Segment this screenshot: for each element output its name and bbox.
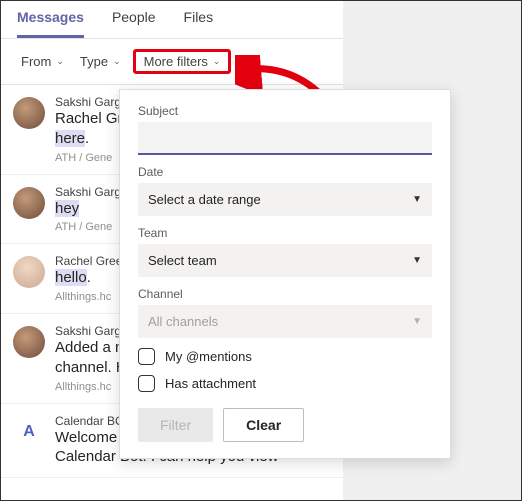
sender-name: Sakshi Garg xyxy=(55,185,121,199)
mentions-row: My @mentions xyxy=(138,348,432,365)
date-label: Date xyxy=(138,165,432,179)
filter-type[interactable]: Type ⌄ xyxy=(76,52,125,71)
date-select[interactable]: Select a date range ▼ xyxy=(138,183,432,216)
attachment-checkbox[interactable] xyxy=(138,375,155,392)
channel-label: Channel xyxy=(138,287,432,301)
message-body: Sakshi Garg hey ATH / Gene xyxy=(55,185,121,234)
filter-more[interactable]: More filters ⌄ xyxy=(133,49,232,74)
date-select-value: Select a date range xyxy=(148,192,261,207)
filter-more-label: More filters xyxy=(144,54,208,69)
avatar xyxy=(13,187,45,219)
filter-type-label: Type xyxy=(80,54,108,69)
mentions-checkbox[interactable] xyxy=(138,348,155,365)
tab-messages[interactable]: Messages xyxy=(17,9,84,38)
message-snippet: hey xyxy=(55,200,121,219)
sender-name: Sakshi Garg xyxy=(55,324,127,338)
popover-buttons: Filter Clear xyxy=(138,408,432,442)
channel-select-value: All channels xyxy=(148,314,218,329)
message-body: Sakshi Garg Added a n channel. H Allthin… xyxy=(55,324,127,393)
message-snippet: hello. xyxy=(55,269,122,288)
tab-files[interactable]: Files xyxy=(184,9,214,38)
mentions-label: My @mentions xyxy=(165,349,252,364)
message-snippet: Added a n xyxy=(55,339,127,358)
message-snippet: channel. H xyxy=(55,359,127,378)
subject-input[interactable] xyxy=(138,122,432,155)
avatar: A xyxy=(13,416,45,448)
caret-down-icon: ▼ xyxy=(412,316,422,327)
message-location: Allthings.hc xyxy=(55,291,122,303)
attachment-row: Has attachment xyxy=(138,375,432,392)
clear-button[interactable]: Clear xyxy=(223,408,304,442)
message-body: Rachel Gree hello. Allthings.hc xyxy=(55,254,122,303)
team-select[interactable]: Select team ▼ xyxy=(138,244,432,277)
message-location: ATH / Gene xyxy=(55,221,121,233)
caret-down-icon: ▼ xyxy=(412,194,422,205)
chevron-down-icon: ⌄ xyxy=(56,56,64,67)
chevron-down-icon: ⌄ xyxy=(113,56,121,67)
team-label: Team xyxy=(138,226,432,240)
result-tabs: Messages People Files xyxy=(1,1,343,39)
more-filters-popover: Subject Date Select a date range ▼ Team … xyxy=(119,89,451,459)
filter-from-label: From xyxy=(21,54,51,69)
subject-label: Subject xyxy=(138,104,432,118)
chevron-down-icon: ⌄ xyxy=(213,56,221,67)
caret-down-icon: ▼ xyxy=(412,255,422,266)
avatar xyxy=(13,97,45,129)
sender-name: Rachel Gree xyxy=(55,254,122,268)
attachment-label: Has attachment xyxy=(165,376,256,391)
team-select-value: Select team xyxy=(148,253,217,268)
filter-from[interactable]: From ⌄ xyxy=(17,52,68,71)
tab-people[interactable]: People xyxy=(112,9,156,38)
avatar xyxy=(13,256,45,288)
avatar xyxy=(13,326,45,358)
filter-bar: From ⌄ Type ⌄ More filters ⌄ xyxy=(1,39,343,85)
filter-button: Filter xyxy=(138,408,213,442)
channel-select: All channels ▼ xyxy=(138,305,432,338)
message-location: Allthings.hc xyxy=(55,381,127,393)
